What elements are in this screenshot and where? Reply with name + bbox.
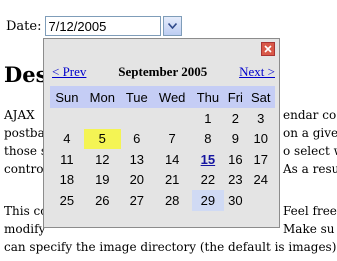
para-line: on a give (283, 126, 337, 140)
calendar-day-23[interactable]: 23 (224, 170, 246, 191)
calendar-grid: Sun Mon Tue Wed Thu Fri Sat 1 2 3 4 5 6 7 8 9 10 1… (50, 86, 275, 211)
para-line: As a resu (283, 162, 337, 176)
calendar-day-2[interactable]: 2 (224, 108, 246, 129)
para-line: This co (4, 204, 48, 218)
next-month-link[interactable]: Next > (239, 64, 275, 80)
calendar-empty-cell (153, 108, 192, 129)
calendar-empty-cell (246, 190, 275, 211)
calendar-day-12[interactable]: 12 (84, 149, 121, 170)
month-title: September 2005 (118, 64, 208, 79)
para-line: Feel free (283, 204, 337, 218)
calendar-body: 1 2 3 4 5 6 7 8 9 10 11 12 13 14 15 16 17 18 19 20 21 22 23 24 2… (50, 108, 275, 211)
date-label: Date: (6, 18, 42, 34)
para-line: contro (4, 162, 44, 176)
weekday-header-row: Sun Mon Tue Wed Thu Fri Sat (50, 86, 275, 108)
calendar-day-24[interactable]: 24 (246, 170, 275, 191)
calendar-day-1[interactable]: 1 (192, 108, 225, 129)
weekday-wed: Wed (152, 86, 192, 108)
calendar-day-16[interactable]: 16 (224, 149, 246, 170)
close-icon (264, 45, 272, 53)
para-line: o select w (283, 144, 337, 158)
para-line: endar co (283, 108, 337, 122)
chevron-down-icon (168, 23, 178, 29)
calendar-week-row: 4 5 6 7 8 9 10 (50, 128, 275, 150)
weekday-tue: Tue (120, 86, 153, 108)
calendar-day-28[interactable]: 28 (153, 190, 192, 211)
calendar-empty-cell (50, 108, 84, 129)
para-line: those s (4, 144, 48, 158)
weekday-fri: Fri (224, 86, 247, 108)
calendar-day-29[interactable]: 29 (191, 190, 225, 211)
weekday-sat: Sat (246, 86, 275, 108)
para-line: AJAX (4, 108, 35, 122)
calendar-day-8[interactable]: 8 (192, 129, 225, 150)
calendar-day-17[interactable]: 17 (246, 149, 275, 170)
calendar-day-13[interactable]: 13 (121, 149, 153, 170)
para-line: modify (4, 222, 46, 236)
calendar-day-5[interactable]: 5 (83, 128, 121, 149)
calendar-day-20[interactable]: 20 (121, 170, 153, 191)
weekday-sun: Sun (50, 86, 84, 108)
calendar-day-21[interactable]: 21 (153, 170, 192, 191)
calendar-empty-cell (121, 108, 153, 129)
close-button[interactable] (261, 42, 275, 56)
calendar-day-22[interactable]: 22 (192, 170, 225, 191)
calendar-day-7[interactable]: 7 (153, 129, 192, 150)
dropdown-button[interactable] (163, 16, 183, 36)
calendar-day-3[interactable]: 3 (246, 108, 275, 129)
para-line: Make su (283, 222, 335, 236)
calendar-week-row: 25 26 27 28 29 30 (50, 190, 275, 211)
calendar-day-30[interactable]: 30 (224, 190, 246, 211)
calendar-day-19[interactable]: 19 (84, 170, 121, 191)
calendar-popup: < Prev September 2005 Next > Sun Mon Tue… (43, 38, 280, 228)
weekday-thu: Thu (191, 86, 225, 108)
date-picker-row: Date: (6, 15, 183, 37)
calendar-day-18[interactable]: 18 (50, 170, 84, 191)
calendar-day-9[interactable]: 9 (224, 129, 246, 150)
calendar-nav: < Prev September 2005 Next > (52, 63, 275, 81)
calendar-week-row: 18 19 20 21 22 23 24 (50, 170, 275, 191)
calendar-day-26[interactable]: 26 (84, 190, 121, 211)
weekday-mon: Mon (83, 86, 121, 108)
calendar-day-10[interactable]: 10 (246, 129, 275, 150)
calendar-day-27[interactable]: 27 (121, 190, 153, 211)
calendar-day-15[interactable]: 15 (192, 149, 225, 170)
calendar-week-row: 11 12 13 14 15 16 17 (50, 149, 275, 170)
date-input[interactable] (45, 16, 162, 36)
calendar-day-14[interactable]: 14 (153, 149, 192, 170)
prev-month-link[interactable]: < Prev (52, 64, 86, 80)
calendar-week-row: 123 (50, 108, 275, 129)
para-line: can specify the image directory (the def… (4, 240, 337, 254)
calendar-day-11[interactable]: 11 (50, 149, 84, 170)
calendar-day-25[interactable]: 25 (50, 190, 84, 211)
calendar-day-4[interactable]: 4 (50, 129, 84, 150)
calendar-day-6[interactable]: 6 (121, 129, 153, 150)
calendar-empty-cell (84, 108, 121, 129)
